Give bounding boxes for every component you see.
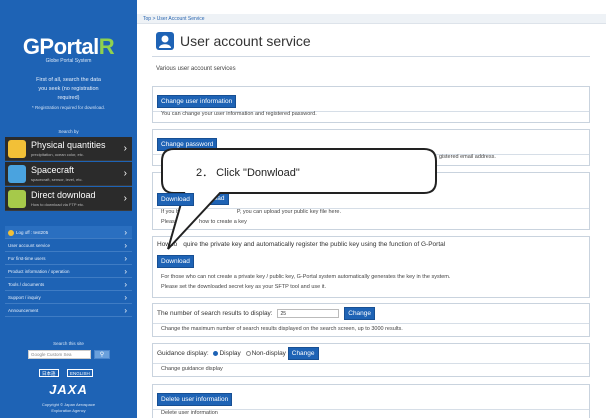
acquire-key-desc-1: For those who can not create a private k… xyxy=(161,274,451,280)
chevron-right-icon: › xyxy=(124,228,127,237)
sidebar-item-product-information[interactable]: Product information / operation › xyxy=(5,265,132,278)
search-results-count-input[interactable]: 25 xyxy=(277,308,340,318)
search-icon[interactable]: ⚲ xyxy=(94,350,110,359)
user-icon xyxy=(8,229,14,236)
lang-english-button[interactable]: ENGLISH xyxy=(67,369,93,377)
page-intro: Various user account services xyxy=(156,66,236,72)
spacecraft-button[interactable]: Spacecraft spacecraft, sensor, level, et… xyxy=(5,162,132,186)
chevron-right-icon: › xyxy=(123,168,127,179)
chevron-right-icon: › xyxy=(124,293,127,302)
monitor-icon xyxy=(8,190,26,208)
search-site-label: Search this site xyxy=(53,341,84,346)
search-results-desc: Change the maximum number of search resu… xyxy=(161,326,403,332)
guidance-nondisplay-radio[interactable] xyxy=(245,350,251,356)
chevron-right-icon: › xyxy=(124,241,127,250)
page-title: User account service xyxy=(180,33,311,49)
chevron-right-icon: › xyxy=(124,306,127,315)
breadcrumb-bar: Top > User Account Service xyxy=(137,14,606,24)
search-results-change-button[interactable]: Change xyxy=(344,307,376,320)
delete-user-button[interactable]: Delete user information xyxy=(157,393,233,406)
delete-user-desc: Delete user information xyxy=(161,410,218,416)
sun-icon xyxy=(8,140,26,158)
jaxa-logo: JAXA xyxy=(49,382,88,397)
sidebar-item-tools-documents[interactable]: Tools / documents › xyxy=(5,278,132,291)
guidance-change-button[interactable]: Change xyxy=(287,347,319,360)
sidebar-item-first-time-users[interactable]: For first-time users › xyxy=(5,252,132,265)
guidance-display-label[interactable]: Display xyxy=(219,350,240,357)
delete-user-section: Delete user information Delete user info… xyxy=(152,384,590,418)
registration-note: * Registration required for download. xyxy=(31,105,106,110)
sidebar-intro: First of all, search the data you seek (… xyxy=(8,76,129,112)
guidance-label: Guidance display: xyxy=(157,350,209,357)
sidebar-item-user-account-service[interactable]: User account service › xyxy=(5,239,132,252)
download-button[interactable]: Download xyxy=(157,193,194,206)
search-by-label: Search by xyxy=(58,129,79,134)
chevron-right-icon: › xyxy=(124,254,127,263)
acquire-key-desc-2: Please set the downloaded secret key as … xyxy=(161,284,326,290)
chevron-right-icon: › xyxy=(124,267,127,276)
sidebar-item-announcement[interactable]: Announcement › xyxy=(5,304,132,317)
search-results-section: The number of search results to display:… xyxy=(152,303,590,337)
gportal-logo[interactable]: GPortalR xyxy=(0,34,137,60)
breadcrumb[interactable]: Top > User Account Service xyxy=(143,14,205,24)
instruction-callout: 2． Click "Donwload" xyxy=(160,148,438,250)
chevron-right-icon: › xyxy=(124,280,127,289)
site-search-input[interactable]: Google Custom Sea xyxy=(28,350,91,359)
change-user-info-section: Change user information You can change y… xyxy=(152,86,590,123)
guidance-section: Guidance display: Display Non-display Ch… xyxy=(152,343,590,377)
user-icon xyxy=(156,32,174,50)
copyright: Copyright © Japan Aerospace Exploration … xyxy=(41,402,96,413)
search-results-label: The number of search results to display: xyxy=(157,310,273,317)
change-password-desc: gistered email address. xyxy=(439,154,496,160)
change-user-info-button[interactable]: Change user information xyxy=(157,95,237,108)
sidebar-item-logoff[interactable]: Log off : test205 › xyxy=(5,226,132,239)
physical-quantities-button[interactable]: Physical quantities precipitation, ocean… xyxy=(5,137,132,161)
callout-text: 2． Click "Donwload" xyxy=(196,167,300,179)
guidance-desc: Change guidance display xyxy=(161,366,223,372)
logo-subtitle: Globe Portal System xyxy=(45,58,92,64)
key-download-button-visible: Download xyxy=(157,188,194,206)
chevron-right-icon: › xyxy=(123,143,127,154)
chevron-right-icon: › xyxy=(123,193,127,204)
guidance-display-radio[interactable] xyxy=(213,350,219,356)
sidebar: GPortalR Globe Portal System First of al… xyxy=(0,0,137,418)
sidebar-nav: Log off : test205 › User account service ›… xyxy=(5,226,132,317)
direct-download-button[interactable]: Direct download How to download via FTP … xyxy=(5,187,132,211)
sidebar-item-support-inquiry[interactable]: Support / inquiry › xyxy=(5,291,132,304)
guidance-nondisplay-label[interactable]: Non-display xyxy=(252,350,286,357)
lang-japanese-button[interactable]: 日本語 xyxy=(39,369,59,377)
satellite-icon xyxy=(8,165,26,183)
divider xyxy=(152,56,590,57)
change-user-info-desc: You can change your user information and… xyxy=(161,111,317,117)
